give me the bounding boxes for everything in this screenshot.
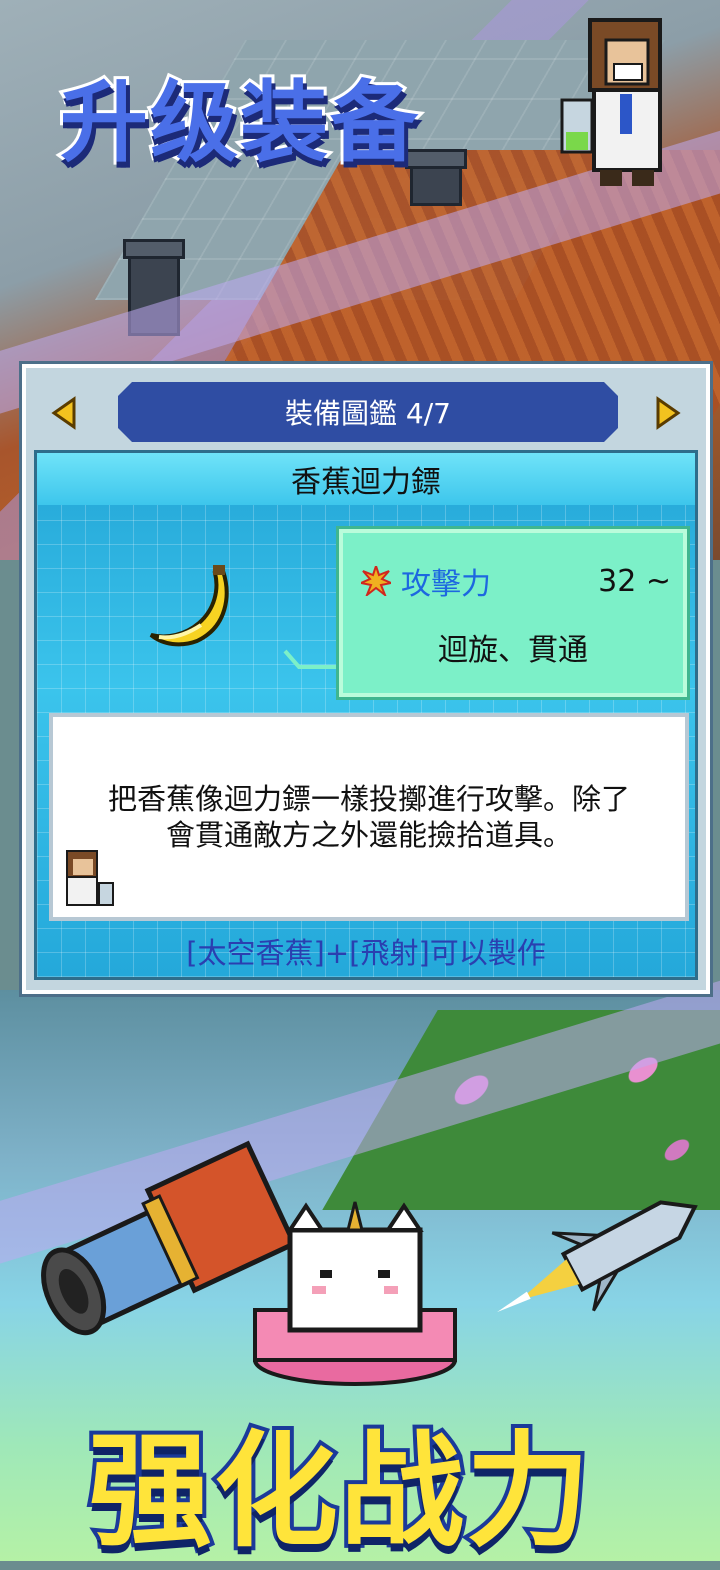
banner-top-title: 升级装备 [57,68,421,177]
craft-recipe-bar: [太空香蕉]+[飛射]可以製作 [37,925,695,977]
item-name-bar: 香蕉迴力鏢 [37,453,695,505]
description-line-1: 把香蕉像迴力鏢一樣投擲進行攻擊。除了 [107,782,630,816]
item-traits: 迴旋、貫通 [438,633,588,668]
mini-scientist-icon [66,850,114,906]
description-line-2: 會貫通敵方之外還能撿拾道具。 [165,818,572,852]
next-arrow-icon[interactable] [650,396,684,430]
catalog-title: 裝備圖鑑 4/7 [285,397,451,430]
cat-pot-icon [253,1201,457,1386]
item-name: 香蕉迴力鏢 [291,465,441,500]
description-box: 把香蕉像迴力鏢一樣投擲進行攻擊。除了 會貫通敵方之外還能撿拾道具。 [49,713,689,921]
banana-icon [149,565,229,647]
prev-arrow-icon[interactable] [48,396,82,430]
scientist-character [560,18,662,186]
catalog-header: 裝備圖鑑 4/7 [118,382,618,442]
stat-connector [283,649,341,669]
attack-row: 攻擊力 32 ~ [361,561,671,602]
banner-bottom-title: 强化战力 [84,1416,594,1568]
burst-icon [361,566,391,596]
equipment-catalog-panel: 裝備圖鑑 4/7 香蕉迴力鏢 攻擊力 32 ~ 迴旋、貫通 把香蕉像迴力鏢一樣投… [19,361,713,997]
attack-value: 32 ~ [598,563,671,599]
item-description: 把香蕉像迴力鏢一樣投擲進行攻擊。除了 會貫通敵方之外還能撿拾道具。 [90,781,648,853]
attack-label: 攻擊力 [401,567,491,602]
attack-stats-box: 攻擊力 32 ~ 迴旋、貫通 [336,526,690,700]
craft-recipe: [太空香蕉]+[飛射]可以製作 [186,936,546,970]
rocket-icon [496,1200,698,1313]
item-detail-area: 香蕉迴力鏢 攻擊力 32 ~ 迴旋、貫通 把香蕉像迴力鏢一樣投擲進行攻擊。除了 [34,450,698,980]
